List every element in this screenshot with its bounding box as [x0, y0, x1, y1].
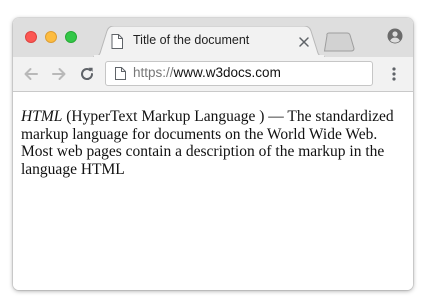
- document-icon: [115, 67, 126, 80]
- url-scheme: https://: [133, 65, 174, 80]
- url-host: www.w3docs.com: [173, 65, 281, 80]
- tab-active[interactable]: Title of the document: [93, 26, 325, 57]
- term-html: HTML: [21, 108, 63, 125]
- account-icon[interactable]: [387, 28, 403, 44]
- paragraph: HTML (HyperText Markup Language ) — The …: [21, 108, 401, 178]
- close-icon[interactable]: [298, 36, 310, 48]
- close-window-button[interactable]: [25, 31, 37, 43]
- page-content: HTML (HyperText Markup Language ) — The …: [13, 92, 413, 290]
- zoom-window-button[interactable]: [65, 31, 77, 43]
- tab-title: Title of the document: [133, 33, 250, 47]
- title-bar: Title of the document: [13, 18, 413, 57]
- browser-window: Title of the document https://www.w3docs…: [13, 18, 413, 290]
- forward-arrow-icon[interactable]: [51, 66, 67, 82]
- new-tab-icon[interactable]: [323, 32, 359, 52]
- url-text[interactable]: https://www.w3docs.com: [133, 65, 281, 80]
- reload-icon[interactable]: [79, 66, 95, 82]
- kebab-menu-icon[interactable]: [389, 66, 399, 82]
- minimize-window-button[interactable]: [45, 31, 57, 43]
- paragraph-text: (HyperText Markup Language ) — The stand…: [21, 108, 394, 178]
- toolbar: https://www.w3docs.com: [13, 57, 413, 92]
- back-arrow-icon[interactable]: [23, 66, 39, 82]
- document-icon: [111, 34, 123, 49]
- address-bar[interactable]: https://www.w3docs.com: [105, 61, 373, 86]
